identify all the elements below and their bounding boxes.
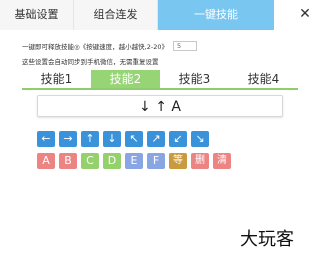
tab-skill-4[interactable]: 技能4 <box>229 70 298 88</box>
key-speed-label: 一键即可释放技能◎《按键速度，越小越快,2-20》 <box>22 43 168 51</box>
arrow-down-left-key[interactable]: ↙ <box>169 131 187 147</box>
arrow-up-key[interactable]: ↑ <box>81 131 99 147</box>
clear-button[interactable]: 清 <box>213 153 231 169</box>
arrow-down-key[interactable]: ↓ <box>103 131 121 147</box>
watermark-logo: 大玩客 <box>240 229 294 250</box>
key-e[interactable]: E <box>125 153 143 169</box>
key-a[interactable]: A <box>37 153 55 169</box>
key-f[interactable]: F <box>147 153 165 169</box>
action-key-row: A B C D E F 等 删 清 <box>37 153 231 169</box>
key-c[interactable]: C <box>81 153 99 169</box>
top-tab-bar: 基础设置 组合连发 一键技能 ✕ <box>0 0 320 30</box>
key-speed-row: 一键即可释放技能◎《按键速度，越小越快,2-20》 5 <box>22 39 197 53</box>
wait-button[interactable]: 等 <box>169 153 187 169</box>
tab-one-key-skill[interactable]: 一键技能 <box>158 0 274 30</box>
delete-button[interactable]: 删 <box>191 153 209 169</box>
skill-tab-bar: 技能1 技能2 技能3 技能4 <box>22 70 298 90</box>
close-icon[interactable]: ✕ <box>296 5 314 23</box>
arrow-up-left-key[interactable]: ↖ <box>125 131 143 147</box>
tab-skill-2[interactable]: 技能2 <box>91 70 160 88</box>
tab-basic-settings[interactable]: 基础设置 <box>0 0 74 30</box>
tab-skill-1[interactable]: 技能1 <box>22 70 91 88</box>
combo-sequence-display: ↓ ↑ A <box>37 95 283 117</box>
sync-note: 这些设置会自动同步到手机微信，无需重复设置 <box>22 58 159 66</box>
arrow-left-key[interactable]: ← <box>37 131 55 147</box>
arrow-right-key[interactable]: → <box>59 131 77 147</box>
arrow-down-right-key[interactable]: ↘ <box>191 131 209 147</box>
tab-skill-3[interactable]: 技能3 <box>160 70 229 88</box>
arrow-up-right-key[interactable]: ↗ <box>147 131 165 147</box>
key-d[interactable]: D <box>103 153 121 169</box>
key-b[interactable]: B <box>59 153 77 169</box>
tab-combo-fire[interactable]: 组合连发 <box>74 0 158 30</box>
arrow-key-row: ← → ↑ ↓ ↖ ↗ ↙ ↘ <box>37 131 209 147</box>
key-speed-input[interactable]: 5 <box>173 41 197 51</box>
